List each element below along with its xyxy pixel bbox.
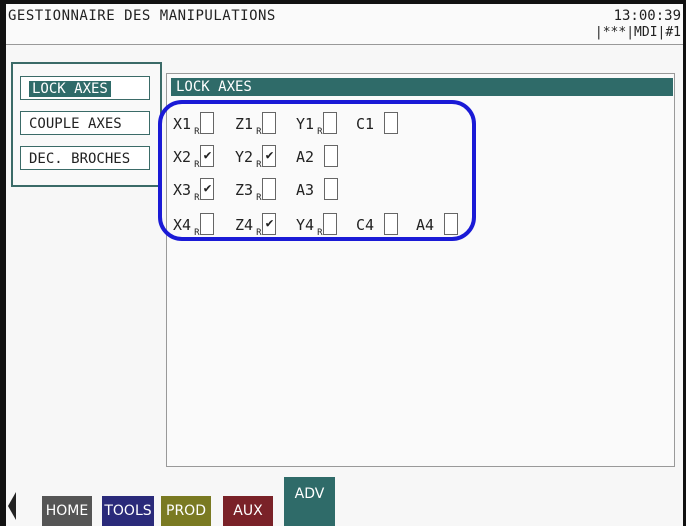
menu-item-label: COUPLE AXES [29, 116, 122, 132]
tab-prod[interactable]: PROD [161, 496, 211, 526]
menu-item-couple-axes[interactable]: COUPLE AXES [20, 111, 150, 135]
menu-item-label: DEC. BROCHES [29, 151, 131, 167]
tab-aux[interactable]: AUX [223, 496, 273, 526]
tab-adv[interactable]: ADV [284, 477, 335, 526]
triangle-left-icon[interactable] [8, 492, 16, 520]
annotation-highlight-box [158, 100, 476, 241]
clock-display: 13:00:39 [613, 8, 681, 24]
menu-item-label: LOCK AXES [29, 81, 111, 97]
panel-title: LOCK AXES [171, 78, 673, 96]
page-title: GESTIONNAIRE DES MANIPULATIONS [8, 8, 276, 24]
menu-item-lock-axes[interactable]: LOCK AXES [20, 76, 150, 100]
cnc-screen: GESTIONNAIRE DES MANIPULATIONS 13:00:39 … [0, 0, 686, 526]
tab-tools[interactable]: TOOLS [102, 496, 154, 526]
tab-home[interactable]: HOME [42, 496, 92, 526]
mode-indicator: |***|MDI|#1 [594, 25, 681, 40]
header-bar: GESTIONNAIRE DES MANIPULATIONS 13:00:39 … [6, 4, 683, 45]
menu-item-dec-broches[interactable]: DEC. BROCHES [20, 146, 150, 170]
bottom-tab-bar: HOME TOOLS PROD AUX ADV [6, 470, 683, 526]
screen-frame-left [0, 0, 6, 526]
submenu-panel: LOCK AXES COUPLE AXES DEC. BROCHES [11, 62, 162, 187]
